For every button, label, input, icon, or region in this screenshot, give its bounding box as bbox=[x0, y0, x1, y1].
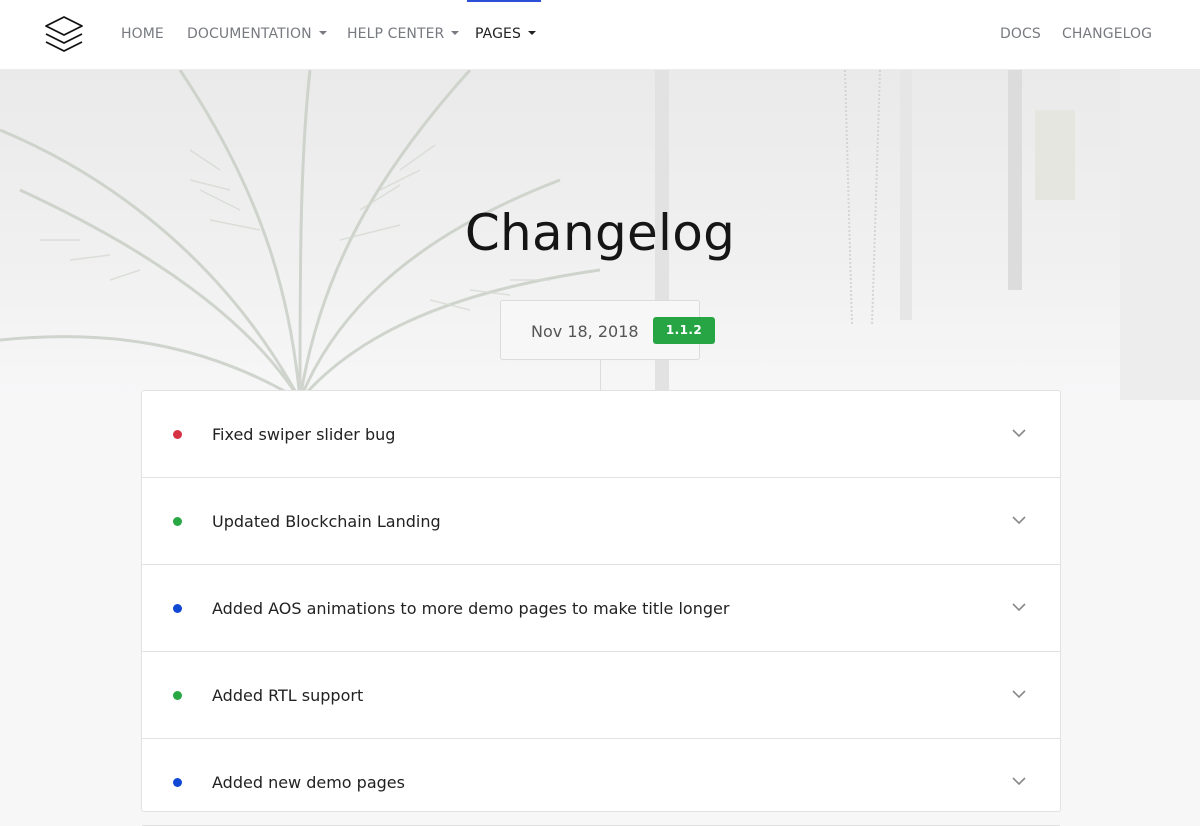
changelog-entry[interactable]: Updated Blockchain Landing bbox=[142, 478, 1060, 565]
nav-pages-label: PAGES bbox=[475, 26, 521, 42]
nav-docs-label: DOCS bbox=[1000, 26, 1041, 42]
nav-pages[interactable]: PAGES bbox=[475, 26, 536, 42]
nav-changelog[interactable]: CHANGELOG bbox=[1062, 26, 1152, 42]
top-navbar: HOME DOCUMENTATION HELP CENTER PAGES DOC… bbox=[0, 0, 1200, 70]
nav-documentation-label: DOCUMENTATION bbox=[187, 26, 312, 42]
entry-title: Added new demo pages bbox=[212, 773, 405, 792]
nav-documentation[interactable]: DOCUMENTATION bbox=[187, 26, 327, 42]
caret-down-icon bbox=[318, 31, 327, 35]
chevron-down-icon[interactable] bbox=[1012, 776, 1026, 786]
chevron-down-icon[interactable] bbox=[1012, 428, 1026, 438]
version-badge: 1.1.2 bbox=[653, 317, 715, 344]
entry-title: Added RTL support bbox=[212, 686, 364, 705]
status-dot bbox=[173, 430, 182, 439]
nav-changelog-label: CHANGELOG bbox=[1062, 26, 1153, 42]
caret-down-icon bbox=[451, 31, 460, 35]
changelog-entry[interactable]: Added AOS animations to more demo pages … bbox=[142, 565, 1060, 652]
changelog-entry[interactable]: Added RTL support bbox=[142, 652, 1060, 739]
chevron-down-icon[interactable] bbox=[1012, 689, 1026, 699]
changelog-list: Fixed swiper slider bug Updated Blockcha… bbox=[141, 390, 1061, 826]
changelog-entry[interactable]: Fixed swiper slider bug bbox=[142, 391, 1060, 478]
release-info-box: Nov 18, 2018 1.1.2 bbox=[500, 300, 715, 360]
nav-help-center[interactable]: HELP CENTER bbox=[347, 26, 460, 42]
entry-title: Fixed swiper slider bug bbox=[212, 425, 396, 444]
chevron-down-icon[interactable] bbox=[1012, 602, 1026, 612]
status-dot bbox=[173, 691, 182, 700]
entry-title: Updated Blockchain Landing bbox=[212, 512, 441, 531]
nav-help-center-label: HELP CENTER bbox=[347, 26, 445, 42]
entry-title: Added AOS animations to more demo pages … bbox=[212, 599, 730, 618]
nav-docs[interactable]: DOCS bbox=[1000, 26, 1041, 42]
status-dot bbox=[173, 517, 182, 526]
layers-icon bbox=[45, 16, 83, 52]
chevron-down-icon[interactable] bbox=[1012, 515, 1026, 525]
nav-home[interactable]: HOME bbox=[121, 26, 164, 42]
status-dot bbox=[173, 778, 182, 787]
page-title: Changelog bbox=[464, 204, 736, 262]
brand-logo[interactable] bbox=[42, 14, 86, 56]
status-dot bbox=[173, 604, 182, 613]
release-date: Nov 18, 2018 bbox=[531, 322, 639, 341]
changelog-entry[interactable]: Added new demo pages bbox=[142, 739, 1060, 826]
caret-down-icon bbox=[527, 31, 536, 35]
nav-home-label: HOME bbox=[121, 26, 164, 42]
timeline-connector bbox=[600, 360, 601, 390]
active-nav-indicator bbox=[467, 0, 541, 2]
